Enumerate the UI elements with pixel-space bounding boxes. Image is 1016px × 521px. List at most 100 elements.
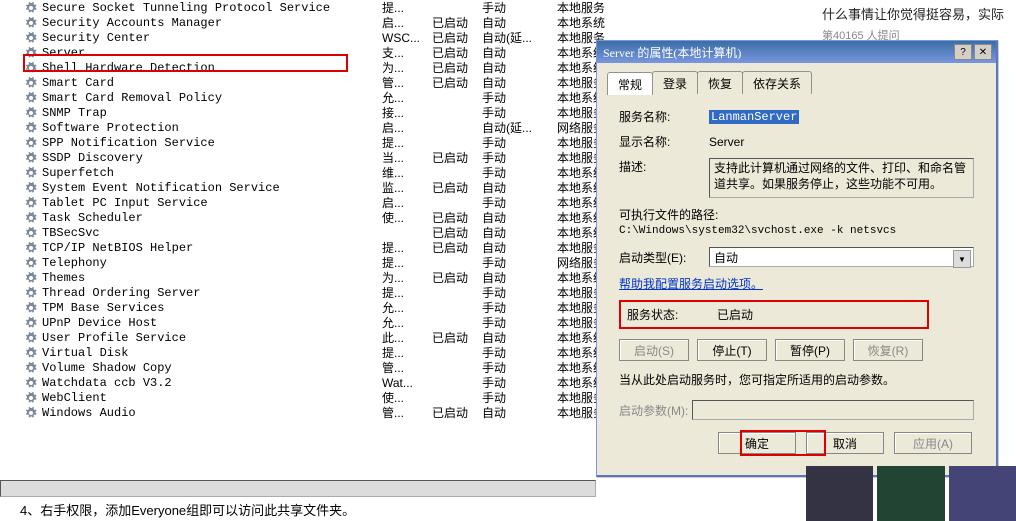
service-name: Software Protection [42, 121, 382, 135]
service-name: Windows Audio [42, 406, 382, 420]
gear-icon [24, 166, 38, 180]
ok-button[interactable]: 确定 [718, 432, 796, 454]
select-startup-type[interactable]: 自动 [709, 247, 974, 267]
gear-icon [24, 346, 38, 360]
start-button[interactable]: 启动(S) [619, 339, 689, 361]
label-startup-type: 启动类型(E): [619, 249, 709, 266]
article-title[interactable]: 什么事情让你觉得挺容易，实际 [816, 0, 1016, 27]
label-exe-path: 可执行文件的路径: [619, 206, 974, 223]
value-startup-selected: 自动 [714, 249, 738, 266]
gear-icon [24, 1, 38, 15]
gear-icon [24, 136, 38, 150]
gear-icon [24, 91, 38, 105]
tab-body-general: 服务名称: LanmanServer 显示名称: Server 描述: 支持此计… [607, 94, 986, 464]
tab-recovery[interactable]: 恢复 [697, 71, 743, 94]
service-status: 已启动 [432, 269, 482, 286]
apply-button[interactable]: 应用(A) [894, 432, 972, 454]
service-name: Task Scheduler [42, 211, 382, 225]
service-name: Themes [42, 271, 382, 285]
tab-general[interactable]: 常规 [607, 72, 653, 95]
thumbnail-strip [806, 466, 1016, 521]
dialog-title: Server 的属性(本地计算机) [603, 44, 954, 61]
service-desc: WSC... [382, 31, 432, 45]
label-service-name: 服务名称: [619, 108, 709, 125]
service-status: 已启动 [432, 404, 482, 421]
stop-button[interactable]: 停止(T) [697, 339, 767, 361]
gear-icon [24, 61, 38, 75]
service-name: UPnP Device Host [42, 316, 382, 330]
value-exe-path: C:\Windows\system32\svchost.exe -k netsv… [619, 225, 974, 237]
tab-dependencies[interactable]: 依存关系 [742, 71, 812, 94]
pause-button[interactable]: 暂停(P) [775, 339, 845, 361]
gear-icon [24, 271, 38, 285]
service-name: Thread Ordering Server [42, 286, 382, 300]
footnote-text: 4、右手权限，添加Everyone组即可以访问此共享文件夹。 [20, 500, 355, 519]
service-startup: 自动 [482, 404, 557, 421]
service-name: SPP Notification Service [42, 136, 382, 150]
resume-button[interactable]: 恢复(R) [853, 339, 923, 361]
service-name: Secure Socket Tunneling Protocol Service [42, 1, 382, 15]
gear-icon [24, 286, 38, 300]
gear-icon [24, 16, 38, 30]
gear-icon [24, 76, 38, 90]
tab-logon[interactable]: 登录 [652, 71, 698, 94]
cancel-button[interactable]: 取消 [806, 432, 884, 454]
service-desc: 管... [382, 404, 432, 421]
gear-icon [24, 151, 38, 165]
gear-icon [24, 226, 38, 240]
service-name: TPM Base Services [42, 301, 382, 315]
tab-strip: 常规 登录 恢复 依存关系 [597, 63, 996, 94]
value-display-name: Server [709, 135, 974, 149]
value-service-name[interactable]: LanmanServer [709, 110, 799, 124]
service-status: 已启动 [432, 239, 482, 256]
gear-icon [24, 376, 38, 390]
horizontal-scrollbar[interactable] [0, 480, 596, 497]
service-desc: 使... [382, 209, 432, 226]
gear-icon [24, 361, 38, 375]
service-desc: 管... [382, 359, 432, 376]
service-name: Smart Card Removal Policy [42, 91, 382, 105]
service-name: System Event Notification Service [42, 181, 382, 195]
service-status: 已启动 [432, 329, 482, 346]
gear-icon [24, 331, 38, 345]
sidebar-article: 什么事情让你觉得挺容易，实际 第40165 人提问 [816, 0, 1016, 43]
help-button[interactable]: ? [954, 44, 972, 60]
thumbnail[interactable] [949, 466, 1016, 521]
service-name: Volume Shadow Copy [42, 361, 382, 375]
close-button[interactable]: ✕ [974, 44, 992, 60]
gear-icon [24, 181, 38, 195]
dialog-titlebar[interactable]: Server 的属性(本地计算机) ? ✕ [597, 41, 996, 63]
value-description[interactable]: 支持此计算机通过网络的文件、打印、和命名管道共享。如果服务停止，这些功能不可用。 [709, 158, 974, 198]
service-name: TCP/IP NetBIOS Helper [42, 241, 382, 255]
service-name: User Profile Service [42, 331, 382, 345]
gear-icon [24, 301, 38, 315]
service-name: TBSecSvc [42, 226, 382, 240]
thumbnail[interactable] [806, 466, 873, 521]
gear-icon [24, 406, 38, 420]
gear-icon [24, 106, 38, 120]
hint-text: 当从此处启动服务时，您可指定所适用的启动参数。 [619, 371, 974, 388]
service-name: SNMP Trap [42, 106, 382, 120]
service-name: Smart Card [42, 76, 382, 90]
service-name: Virtual Disk [42, 346, 382, 360]
service-status: 已启动 [432, 74, 482, 91]
service-name: Watchdata ccb V3.2 [42, 376, 382, 390]
server-properties-dialog: Server 的属性(本地计算机) ? ✕ 常规 登录 恢复 依存关系 服务名称… [596, 40, 998, 477]
status-box: 服务状态: 已启动 [619, 300, 929, 329]
value-status: 已启动 [717, 306, 753, 323]
service-name: Telephony [42, 256, 382, 270]
service-status: 已启动 [432, 149, 482, 166]
gear-icon [24, 241, 38, 255]
service-desc: 启... [382, 14, 432, 31]
input-start-params [692, 400, 974, 420]
service-name: Shell Hardware Detection [42, 61, 382, 75]
gear-icon [24, 256, 38, 270]
service-name: WebClient [42, 391, 382, 405]
gear-icon [24, 46, 38, 60]
gear-icon [24, 121, 38, 135]
gear-icon [24, 391, 38, 405]
service-status: 已启动 [432, 179, 482, 196]
thumbnail[interactable] [877, 466, 944, 521]
gear-icon [24, 196, 38, 210]
link-help-config[interactable]: 帮助我配置服务启动选项。 [619, 277, 763, 291]
